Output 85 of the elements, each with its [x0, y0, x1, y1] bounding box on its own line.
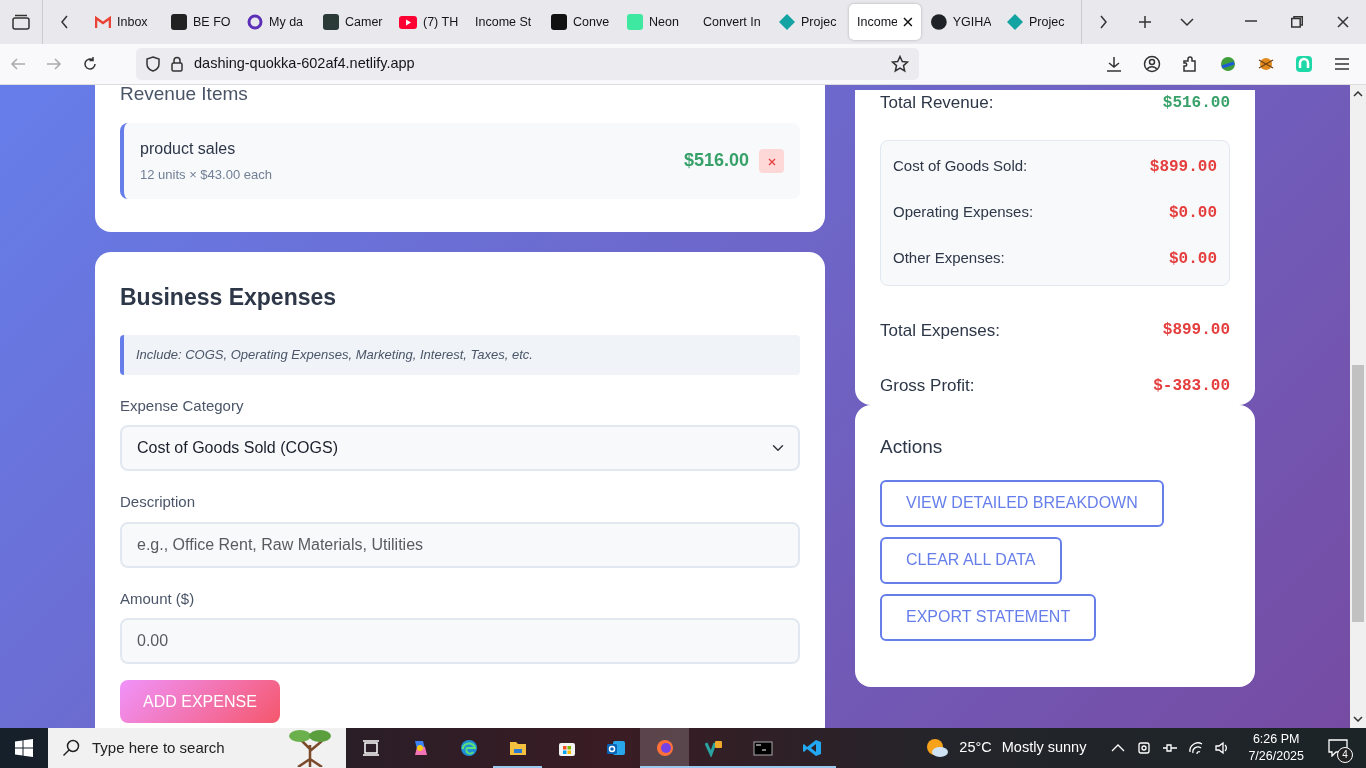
summary-label: Cost of Goods Sold:: [893, 156, 1028, 177]
scroll-down-icon[interactable]: [1353, 716, 1363, 722]
edge-icon: [459, 739, 478, 757]
sun-cloud-icon: [925, 737, 950, 759]
field-label: Description: [120, 492, 197, 513]
clock-time: 6:26 PM: [1251, 731, 1301, 748]
chevron-down-icon[interactable]: [1180, 17, 1194, 27]
lock-icon: [170, 56, 184, 72]
summary-value: $516.00: [1162, 92, 1230, 114]
url-text: dashing-quokka-602af4.netlify.app: [194, 54, 416, 74]
browser-tab[interactable]: Income: [849, 4, 921, 40]
browser-tab[interactable]: Convert In: [695, 4, 771, 40]
item-name: product sales: [140, 139, 237, 159]
wifi-icon[interactable]: [1188, 740, 1205, 756]
summary-value: $0.00: [1169, 248, 1217, 270]
item-detail: 12 units × $43.00 each: [140, 166, 272, 184]
action-button[interactable]: EXPORT STATEMENT: [880, 593, 1097, 641]
tab-list-icon[interactable]: [12, 14, 30, 30]
restore-icon[interactable]: [1291, 16, 1303, 28]
scroll-up-icon[interactable]: [1353, 91, 1363, 97]
new-tab-icon[interactable]: [1138, 15, 1152, 29]
browser-tab[interactable]: (7) TH: [391, 4, 467, 40]
description-field[interactable]: e.g., Office Rent, Raw Materials, Utilities: [120, 521, 800, 568]
field-label: Expense Category: [120, 395, 245, 416]
category-select[interactable]: Cost of Goods Sold (COGS): [120, 425, 800, 472]
scrollbar[interactable]: [1350, 85, 1366, 728]
browser-tab[interactable]: Inbox: [87, 4, 163, 40]
v-logo-icon: [704, 739, 723, 757]
summary-value: $899.00: [1149, 156, 1217, 178]
browser-tab[interactable]: Neon: [619, 4, 695, 40]
close-icon[interactable]: [903, 17, 913, 27]
windows-icon[interactable]: [15, 739, 33, 757]
tree-drawing: [288, 729, 332, 767]
code-editor-icon: [802, 739, 821, 757]
reload-icon[interactable]: [82, 56, 98, 72]
section-title: Business Expenses: [120, 283, 338, 312]
field-label: Amount ($): [120, 588, 196, 609]
summary-label: Gross Profit:: [880, 375, 975, 397]
browser-tab[interactable]: Income St: [467, 4, 543, 40]
summary-value: $899.00: [1162, 320, 1230, 342]
browser-tab[interactable]: Projec: [999, 4, 1075, 40]
close-icon: [767, 157, 776, 166]
notification-icon[interactable]: [1328, 739, 1348, 758]
browser-tab[interactable]: Camer: [315, 4, 391, 40]
chevron-left-icon[interactable]: [60, 15, 70, 29]
action-button[interactable]: VIEW DETAILED BREAKDOWN: [880, 479, 1164, 527]
summary-label: Total Expenses:: [880, 319, 1000, 342]
folder-icon: [508, 739, 527, 757]
search-placeholder: Type here to search: [92, 737, 225, 758]
task-view-icon: [361, 739, 380, 757]
summary-value: $0.00: [1169, 202, 1217, 224]
summary-label: Total Revenue:: [880, 92, 994, 114]
item-amount: $516.00: [683, 149, 749, 173]
clock-date: 7/26/2025: [1248, 748, 1304, 765]
section-heading: Revenue Items: [120, 85, 249, 103]
address-bar[interactable]: dashing-quokka-602af4.netlify.app: [136, 48, 919, 80]
browser-tab[interactable]: YGIHA: [923, 4, 999, 40]
chevron-right-icon[interactable]: [1098, 15, 1108, 29]
terminal-icon: [752, 739, 773, 757]
temperature-text: 25°C: [959, 738, 992, 758]
browser-tab[interactable]: Conve: [543, 4, 619, 40]
summary-label: Other Expenses:: [893, 248, 1005, 269]
outlook-icon: [606, 739, 625, 757]
browser-tab[interactable]: Projec: [771, 4, 847, 40]
weather-text: Mostly sunny: [1001, 738, 1087, 758]
amount-field[interactable]: 0.00: [120, 618, 800, 665]
section-heading: Actions: [880, 435, 944, 459]
browser-tab[interactable]: BE FO: [163, 4, 239, 40]
hint-note: Include: COGS, Operating Expenses, Marketing, Interest, Taxes, etc.: [120, 335, 800, 375]
summary-value: $-383.00: [1153, 375, 1230, 397]
shield-icon: [146, 56, 160, 72]
search-icon: [62, 739, 80, 757]
account-icon[interactable]: [1143, 55, 1161, 73]
puzzle-icon[interactable]: [1181, 55, 1199, 73]
close-icon[interactable]: [1337, 16, 1349, 28]
taskbar-search[interactable]: Type here to search: [48, 728, 346, 768]
summary-label: Operating Expenses:: [893, 202, 1034, 223]
browser-tab[interactable]: My da: [239, 4, 315, 40]
download-icon[interactable]: [1105, 55, 1123, 73]
camera-icon[interactable]: [1136, 740, 1153, 756]
notification-badge: 4: [1337, 746, 1353, 763]
globe-icon[interactable]: [1219, 55, 1237, 73]
menu-icon[interactable]: [1333, 55, 1351, 73]
action-button[interactable]: CLEAR ALL DATA: [880, 536, 1062, 584]
star-icon[interactable]: [891, 55, 909, 73]
